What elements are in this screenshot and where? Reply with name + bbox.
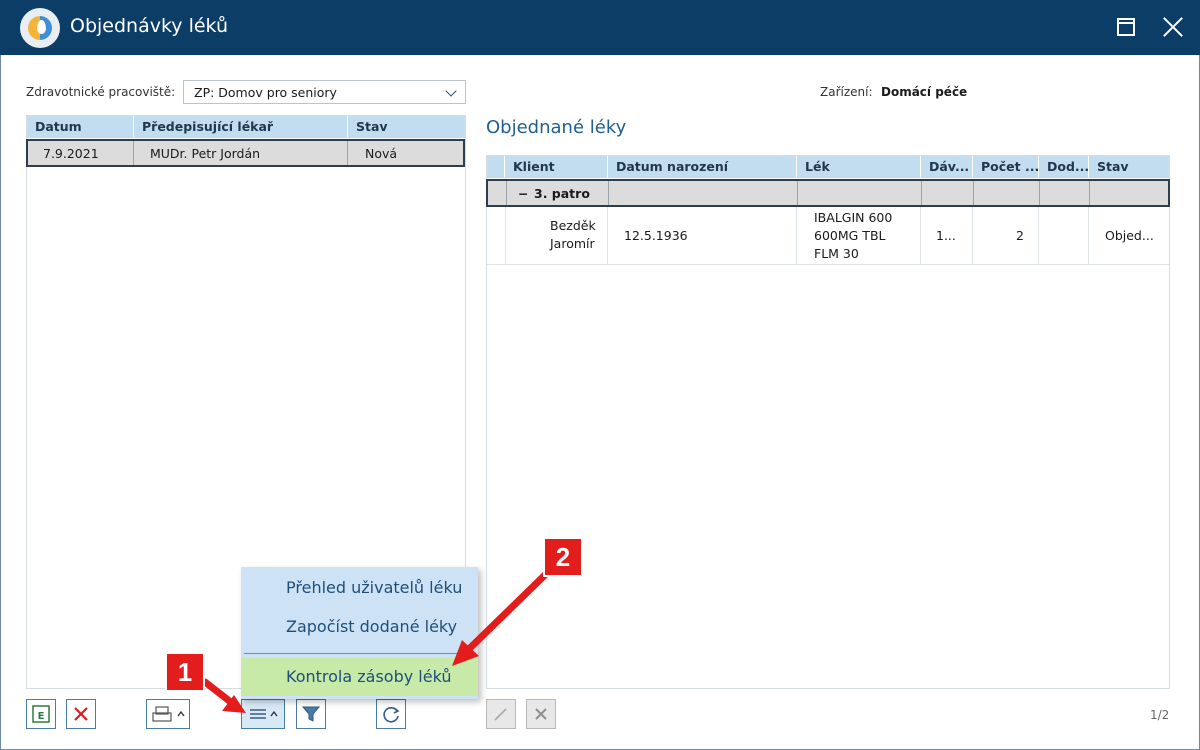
drug-line-1: IBALGIN 600	[814, 210, 893, 225]
refresh-button[interactable]	[376, 699, 406, 729]
workplace-label: Zdravotnické pracoviště:	[26, 85, 176, 99]
menu-item-drug-users-overview[interactable]: Přehled uživatelů léku	[241, 569, 478, 607]
client-first-line: Bezděk	[550, 218, 596, 233]
column-header-birth-date[interactable]: Datum narození	[608, 156, 797, 178]
menu-item-count-delivered-drugs[interactable]: Započíst dodané léky	[241, 608, 478, 646]
client-second-line: Jaromír	[550, 236, 595, 251]
workplace-select[interactable]: ZP: Domov pro seniory	[183, 80, 466, 104]
edit-icon	[494, 708, 507, 721]
group-label: 3. patro	[534, 186, 590, 201]
export-excel-button[interactable]: E	[26, 699, 56, 729]
page-indicator: 1/2	[1150, 708, 1170, 722]
column-header-client[interactable]: Klient	[505, 156, 608, 178]
menu-separator	[244, 653, 475, 654]
print-button[interactable]	[146, 699, 190, 729]
column-header-status[interactable]: Stav	[348, 116, 465, 138]
column-header-doctor[interactable]: Předepisující lékař	[134, 116, 348, 138]
delete-icon	[74, 707, 88, 721]
close-icon[interactable]	[1160, 14, 1186, 40]
column-header-date[interactable]: Datum	[27, 116, 134, 138]
svg-text:E: E	[38, 711, 45, 722]
context-menu: Přehled uživatelů léku Započíst dodané l…	[241, 567, 478, 699]
annotation-badge-1: 1	[165, 652, 205, 692]
column-header-status[interactable]: Stav	[1089, 156, 1169, 178]
filter-icon	[301, 706, 321, 722]
device-label: Zařízení:	[820, 85, 873, 99]
table-row[interactable]: 7.9.2021 MUDr. Petr Jordán Nová	[26, 139, 465, 167]
window-title: Objednávky léků	[70, 15, 229, 37]
cancel-button[interactable]	[526, 699, 556, 729]
menu-item-drug-stock-check[interactable]: Kontrola zásoby léků	[241, 658, 478, 696]
filter-button[interactable]	[296, 699, 326, 729]
cancel-icon	[535, 708, 547, 720]
group-collapse-toggle[interactable]: −	[518, 186, 528, 201]
delete-button[interactable]	[66, 699, 96, 729]
workplace-select-value: ZP: Domov pro seniory	[194, 85, 337, 100]
title-bar: Objednávky léků	[0, 0, 1200, 55]
column-header-count[interactable]: Počet ...	[973, 156, 1039, 178]
edit-button[interactable]	[486, 699, 516, 729]
birth-date: 12.5.1936	[624, 228, 688, 243]
print-icon	[152, 706, 185, 722]
excel-icon: E	[32, 705, 50, 723]
column-header-delivered[interactable]: Dod...	[1039, 156, 1089, 178]
order-date: 7.9.2021	[43, 146, 99, 161]
drug-line-2: 600MG TBL	[814, 228, 886, 243]
drug-line-3: FLM 30	[814, 246, 859, 261]
column-header-indent	[487, 156, 505, 178]
maximize-icon[interactable]	[1117, 18, 1135, 36]
order-doctor: MUDr. Petr Jordán	[150, 146, 261, 161]
table-row[interactable]: Bezděk Jaromír 12.5.1936 IBALGIN 600 600…	[487, 207, 1169, 265]
menu-icon	[250, 709, 278, 719]
refresh-icon	[383, 707, 400, 723]
count-value: 2	[1016, 228, 1024, 243]
status-value: Objed...	[1105, 228, 1154, 243]
annotation-badge-2: 2	[543, 537, 583, 577]
orders-header: Datum Předepisující lékař Stav	[27, 116, 465, 138]
ordered-drugs-header: Klient Datum narození Lék Dáv... Počet .…	[487, 156, 1169, 178]
more-actions-menu-button[interactable]	[241, 699, 285, 729]
dose-value: 1...	[936, 228, 956, 243]
group-row[interactable]: − 3. patro	[486, 179, 1170, 207]
chevron-down-icon	[445, 85, 457, 97]
ordered-drugs-heading: Objednané léky	[486, 117, 627, 138]
order-status: Nová	[365, 146, 398, 161]
app-logo-icon	[20, 8, 60, 48]
column-header-drug[interactable]: Lék	[797, 156, 921, 178]
column-header-dose[interactable]: Dáv...	[921, 156, 973, 178]
device-value: Domácí péče	[881, 85, 968, 99]
